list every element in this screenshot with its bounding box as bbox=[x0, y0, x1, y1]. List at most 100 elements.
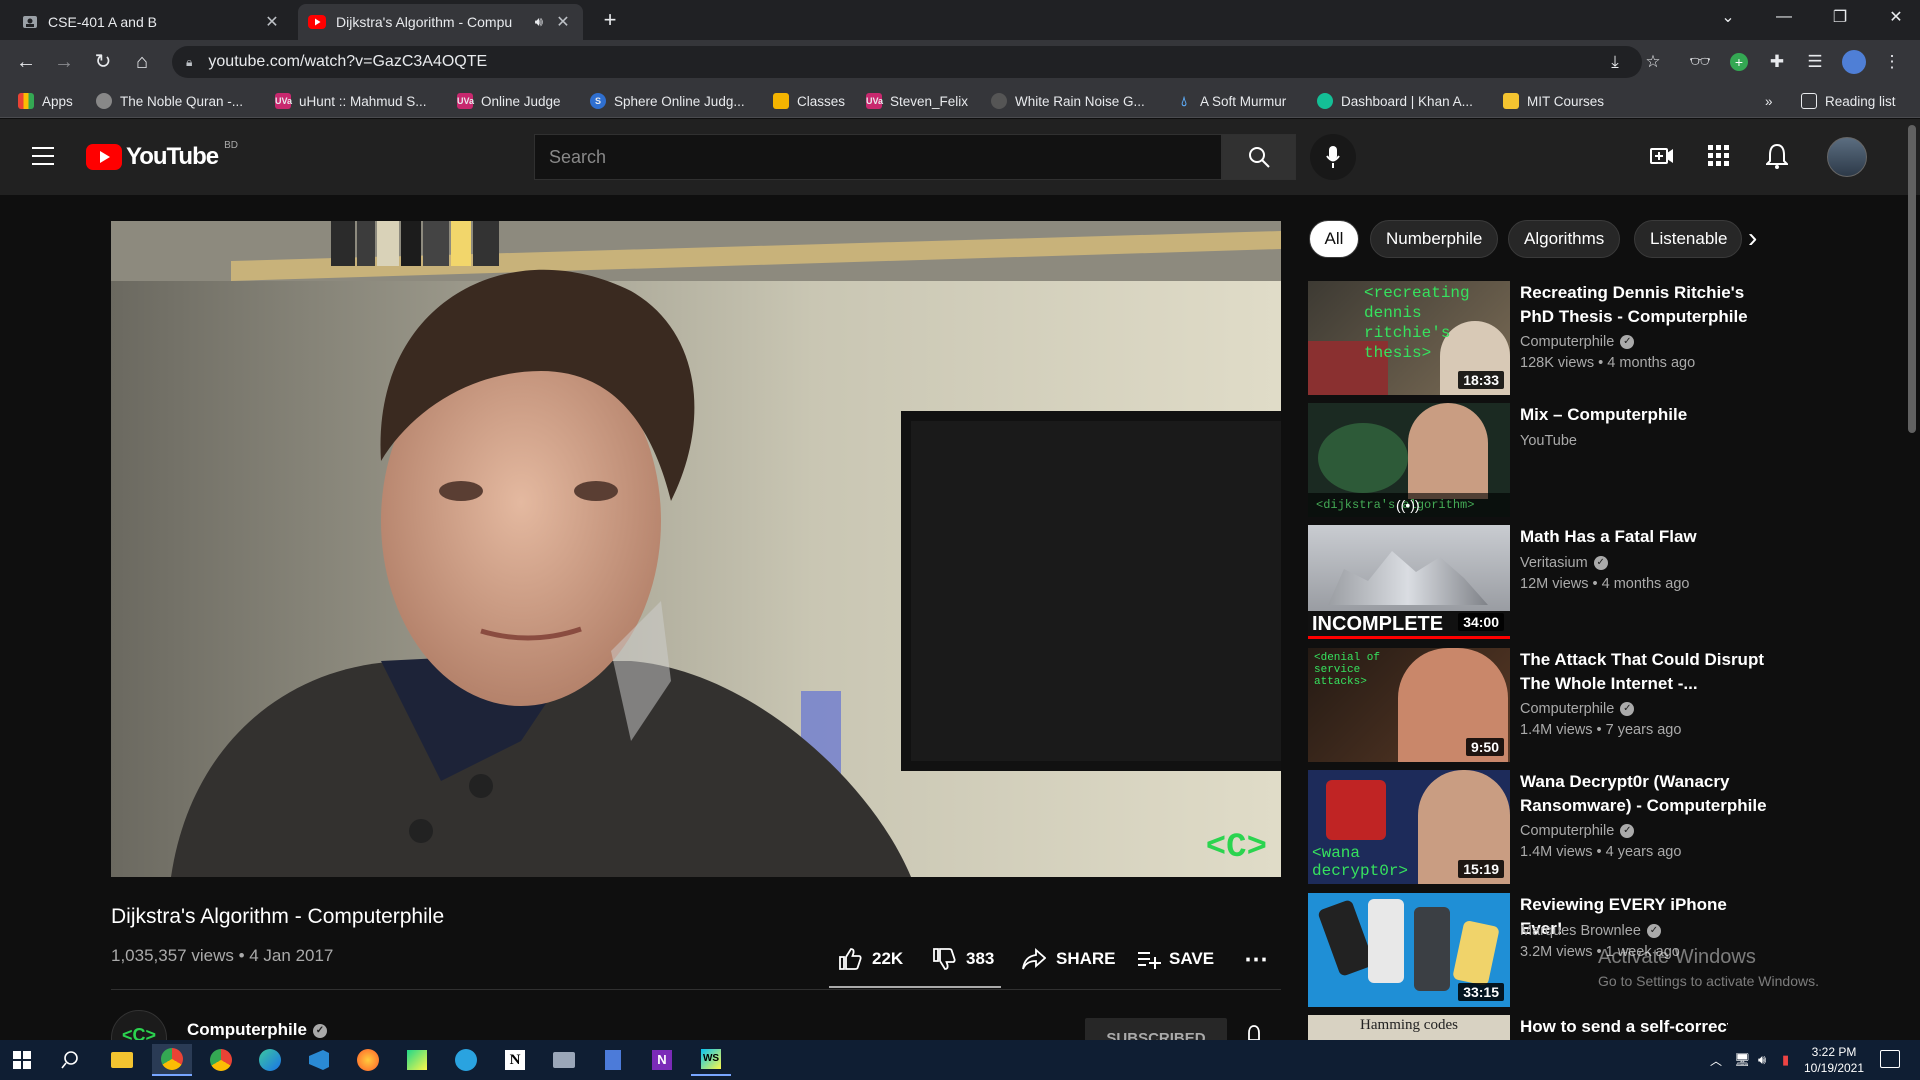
notifications-bell-icon[interactable] bbox=[1764, 143, 1790, 174]
channel-watermark[interactable]: <C> bbox=[1206, 829, 1267, 867]
chip-all[interactable]: All bbox=[1309, 220, 1359, 258]
verified-icon: ✓ bbox=[1593, 556, 1608, 571]
bookmark-spoj[interactable]: S Sphere Online Judg... bbox=[590, 84, 745, 118]
restore-button[interactable]: ❐ bbox=[1812, 0, 1868, 34]
youtube-logo[interactable]: YouTube BD bbox=[86, 140, 238, 171]
bookmark-classes[interactable]: Classes bbox=[773, 84, 845, 118]
minimize-button[interactable]: — bbox=[1756, 0, 1812, 34]
calculator-icon[interactable] bbox=[593, 1044, 633, 1076]
page-scrollbar[interactable] bbox=[1908, 125, 1916, 433]
account-avatar[interactable] bbox=[1827, 137, 1867, 177]
bookmark-mit[interactable]: MIT Courses bbox=[1503, 84, 1604, 118]
reload-button[interactable]: ↻ bbox=[89, 48, 117, 76]
extension-green-icon[interactable]: + bbox=[1727, 50, 1751, 74]
bookmark-soft-murmur[interactable]: 💧︎ A Soft Murmur bbox=[1176, 84, 1286, 118]
chip-algorithms[interactable]: Algorithms bbox=[1508, 220, 1621, 258]
more-bookmarks-button[interactable]: » bbox=[1765, 84, 1773, 118]
telegram-icon[interactable] bbox=[446, 1044, 486, 1076]
classroom-icon bbox=[23, 16, 37, 28]
show-hidden-icons[interactable]: ︿ bbox=[1710, 1052, 1722, 1069]
back-button[interactable]: ← bbox=[12, 48, 40, 76]
playlist-add-icon bbox=[1138, 952, 1161, 969]
more-actions-icon[interactable]: ⋯ bbox=[1244, 946, 1268, 973]
volume-icon[interactable]: 🔊︎ bbox=[1758, 1052, 1766, 1068]
network-icon[interactable]: 🖥︎ bbox=[1734, 1052, 1751, 1068]
search-button[interactable] bbox=[1222, 134, 1296, 180]
chips-next-icon[interactable]: › bbox=[1748, 222, 1757, 254]
reading-list-button[interactable]: Reading list bbox=[1801, 84, 1896, 118]
recommendation-item[interactable]: <dijkstra's algorithm> ((•)) Mix – Compu… bbox=[1308, 403, 1728, 519]
video-title: Math Has a Fatal Flaw bbox=[1520, 527, 1697, 546]
home-button[interactable]: ⌂ bbox=[128, 48, 156, 76]
start-button[interactable] bbox=[2, 1044, 42, 1076]
extension-spy-icon[interactable]: 👓︎ bbox=[1688, 50, 1712, 74]
bookmark-white-rain[interactable]: White Rain Noise G... bbox=[991, 84, 1145, 118]
action-center-icon[interactable] bbox=[1880, 1050, 1900, 1068]
voice-search-button[interactable] bbox=[1310, 134, 1356, 180]
notion-icon[interactable]: N bbox=[495, 1044, 535, 1076]
save-button[interactable]: SAVE bbox=[1137, 946, 1214, 972]
bookmark-online-judge[interactable]: UVa Online Judge bbox=[457, 84, 561, 118]
hamburger-menu-icon[interactable] bbox=[32, 147, 54, 165]
close-window-button[interactable]: ✕ bbox=[1868, 0, 1920, 34]
share-button[interactable]: SHARE bbox=[1022, 946, 1116, 972]
app-icon[interactable] bbox=[544, 1044, 584, 1076]
bookmark-steven-felix[interactable]: UVa Steven_Felix bbox=[866, 84, 968, 118]
create-video-icon[interactable] bbox=[1650, 145, 1674, 172]
recommendation-item[interactable]: <recreating dennis ritchie's thesis> 18:… bbox=[1308, 281, 1748, 397]
search-input[interactable]: Search bbox=[534, 134, 1222, 180]
tab-cse401[interactable]: CSE-401 A and B ✕ bbox=[12, 4, 292, 40]
chrome-taskbar-icon[interactable] bbox=[152, 1044, 192, 1076]
media-queue-icon[interactable]: ☰ bbox=[1803, 50, 1827, 74]
chrome-profile-icon[interactable] bbox=[201, 1044, 241, 1076]
bookmark-star-icon[interactable]: ☆ bbox=[1641, 50, 1665, 74]
apps-grid-icon[interactable] bbox=[1708, 145, 1730, 172]
pycharm-icon[interactable] bbox=[397, 1044, 437, 1076]
video-title: Wana Decrypt0r (Wanacry Ransomware) - Co… bbox=[1520, 772, 1767, 815]
recommendation-item[interactable]: <wana decrypt0r> 15:19 Wana Decrypt0r (W… bbox=[1308, 770, 1767, 886]
vscode-icon[interactable] bbox=[299, 1044, 339, 1076]
address-bar[interactable]: 🔒︎ youtube.com/watch?v=GazC3A4OQTE bbox=[172, 46, 1642, 78]
tab-youtube[interactable]: Dijkstra's Algorithm - Compu 🔊︎ ✕ bbox=[298, 4, 583, 40]
system-clock[interactable]: 3:22 PM 10/19/2021 bbox=[1798, 1044, 1870, 1076]
file-explorer-icon[interactable] bbox=[102, 1044, 142, 1076]
recommendation-item[interactable]: <denial of service attacks> 9:50 The Att… bbox=[1308, 648, 1764, 764]
edge-icon[interactable] bbox=[250, 1044, 290, 1076]
speaker-icon[interactable]: 🔊︎ bbox=[535, 14, 543, 30]
subscribe-button[interactable]: SUBSCRIBED bbox=[1085, 1018, 1227, 1040]
close-tab-icon[interactable]: ✕ bbox=[553, 12, 573, 32]
video-title: The Attack That Could Disrupt The Whole … bbox=[1520, 650, 1764, 693]
extensions-puzzle-icon[interactable]: ✚ bbox=[1765, 50, 1789, 74]
tab-title: CSE-401 A and B bbox=[48, 14, 157, 30]
lock-icon: 🔒︎ bbox=[186, 54, 193, 69]
new-tab-button[interactable]: + bbox=[597, 8, 623, 34]
webstorm-icon[interactable]: WS bbox=[691, 1044, 731, 1076]
recommendation-item[interactable]: Hamming codes How to send a self-correct… bbox=[1308, 1015, 1728, 1040]
bookmark-quran[interactable]: The Noble Quran -... bbox=[96, 84, 243, 118]
install-icon[interactable]: ⤓ bbox=[1603, 50, 1627, 74]
bookmark-apps[interactable]: Apps bbox=[18, 84, 73, 118]
white-rain-icon bbox=[991, 93, 1007, 109]
like-button[interactable]: 22K bbox=[838, 946, 903, 972]
bookmark-uhunt[interactable]: UVa uHunt :: Mahmud S... bbox=[275, 84, 427, 118]
profile-avatar-icon[interactable] bbox=[1842, 50, 1866, 74]
bookmark-khan[interactable]: Dashboard | Khan A... bbox=[1317, 84, 1473, 118]
youtube-favicon-icon bbox=[308, 15, 326, 29]
dislike-button[interactable]: 383 bbox=[932, 946, 994, 972]
close-tab-icon[interactable]: ✕ bbox=[262, 12, 282, 32]
firefox-icon[interactable] bbox=[348, 1044, 388, 1076]
forward-button[interactable]: → bbox=[50, 48, 78, 76]
onenote-icon[interactable]: N bbox=[642, 1044, 682, 1076]
channel-name[interactable]: Computerphile ✓ bbox=[187, 1020, 327, 1040]
spoj-icon: S bbox=[590, 93, 606, 109]
chip-listenable[interactable]: Listenable bbox=[1634, 220, 1742, 258]
microphone-icon bbox=[1326, 146, 1340, 168]
battery-icon[interactable]: ▮ bbox=[1782, 1052, 1789, 1068]
recommendation-item[interactable]: INCOMPLETE 34:00 Math Has a Fatal Flaw V… bbox=[1308, 525, 1728, 641]
video-player[interactable]: <C> bbox=[111, 221, 1281, 877]
video-meta: 1.4M views • 7 years ago bbox=[1520, 722, 1682, 738]
search-taskbar-icon[interactable] bbox=[50, 1044, 90, 1076]
menu-icon[interactable]: ⋮ bbox=[1880, 50, 1904, 74]
tab-search-button[interactable]: ⌄ bbox=[1700, 0, 1756, 34]
chip-numberphile[interactable]: Numberphile bbox=[1370, 220, 1499, 258]
